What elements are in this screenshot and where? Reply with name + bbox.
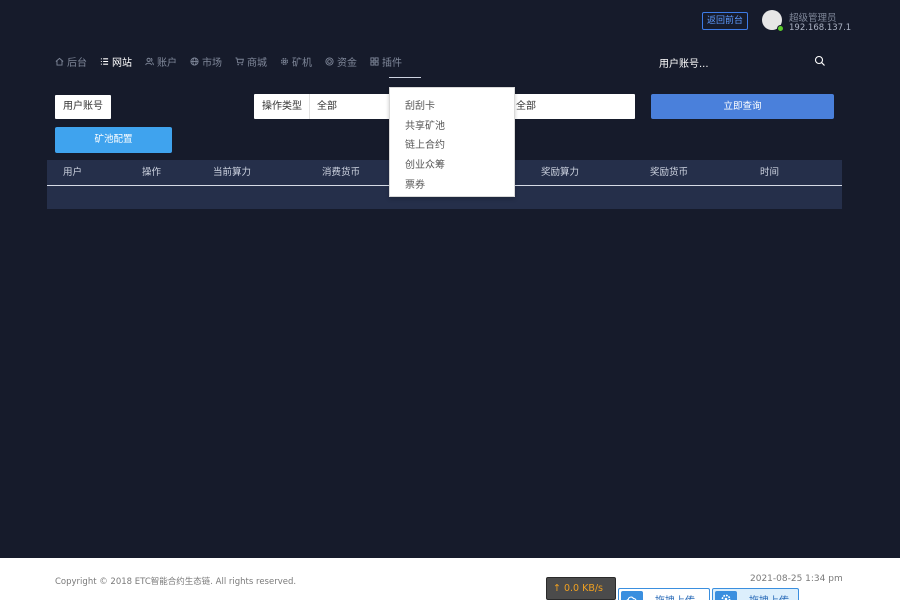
user-account-field[interactable]: 用户账号 [55,95,111,119]
datetime: 2021-08-25 1:34 pm [750,574,843,584]
online-status-dot [777,25,784,32]
coin-icon [324,56,335,67]
nav-active-underline [389,77,421,78]
drag-upload-widget-2[interactable]: 拖拽上传 [712,588,799,600]
nav-item-miners[interactable]: 矿机 [279,53,312,69]
operation-type-select[interactable]: 全部 [317,94,337,119]
nav-item-website[interactable]: 网站 [99,53,132,69]
grid-icon [369,56,380,67]
column-header-operation: 操作 [142,167,162,178]
menu-item-shared-pool[interactable]: 共享矿池 [405,117,445,132]
main-nav: 后台 网站 账户 市场 商城 矿机 资金 插件 [54,53,414,69]
nav-item-shop[interactable]: 商城 [234,53,267,69]
nav-item-label: 后台 [67,57,87,69]
nav-item-label: 矿机 [292,57,312,69]
menu-item-scratch-card[interactable]: 刮刮卡 [405,97,435,112]
menu-item-onchain-contract[interactable]: 链上合约 [405,136,445,151]
column-header-current-hashrate: 当前算力 [213,167,252,178]
user-ip: 192.168.137.1 [789,23,852,33]
user-role: 超级管理员 [789,13,837,24]
nav-item-label: 商城 [247,57,267,69]
top-bar: 返回前台 超级管理员 192.168.137.1 [0,0,900,42]
nav-item-label: 市场 [202,57,222,69]
secondary-select[interactable]: 全部 [516,94,536,119]
gear-icon [715,591,737,600]
divider [309,94,310,119]
nav-item-label: 账户 [157,57,177,69]
column-header-reward-hashrate: 奖励算力 [541,167,580,178]
menu-item-crowdfunding[interactable]: 创业众筹 [405,156,445,171]
query-button[interactable]: 立即查询 [651,94,834,119]
gear-icon [279,56,290,67]
nav-item-funds[interactable]: 资金 [324,53,357,69]
cloud-upload-icon [621,591,643,600]
upload-label: 拖拽上传 [749,592,789,600]
users-icon [144,56,155,67]
menu-item-tickets[interactable]: 票券 [405,176,425,191]
nav-item-market[interactable]: 市场 [189,53,222,69]
list-icon [99,56,110,67]
search-icon[interactable] [814,55,826,67]
nav-item-accounts[interactable]: 账户 [144,53,177,69]
operation-type-label: 操作类型 [262,101,302,112]
nav-item-dashboard[interactable]: 后台 [54,53,87,69]
nav-item-label: 网站 [112,57,132,69]
cart-icon [234,56,245,67]
copyright-text: Copyright © 2018 ETC智能合约生态链. All rights … [55,577,297,587]
globe-icon [189,56,200,67]
drag-upload-widget-1[interactable]: 拖拽上传 [618,588,710,600]
column-header-user: 用户 [63,167,83,178]
nav-item-label: 插件 [382,57,402,69]
column-header-spent-currency: 消费货币 [322,167,361,178]
nav-item-plugins[interactable]: 插件 [369,53,402,69]
upload-speed-widget: ↑ 0.0 KB/s [546,577,616,600]
back-to-frontend-button[interactable]: 返回前台 [702,12,749,30]
column-header-time: 时间 [760,167,780,178]
pool-config-button[interactable]: 矿池配置 [55,127,172,153]
nav-item-label: 资金 [337,57,357,69]
column-header-reward-currency: 奖励货币 [650,167,689,178]
home-icon [54,56,65,67]
search-input[interactable]: 用户账号... [659,55,709,70]
plugin-dropdown-menu: 刮刮卡 共享矿池 链上合约 创业众筹 票券 [389,87,515,197]
footer: Copyright © 2018 ETC智能合约生态链. All rights … [0,558,900,600]
upload-label: 拖拽上传 [655,592,695,600]
